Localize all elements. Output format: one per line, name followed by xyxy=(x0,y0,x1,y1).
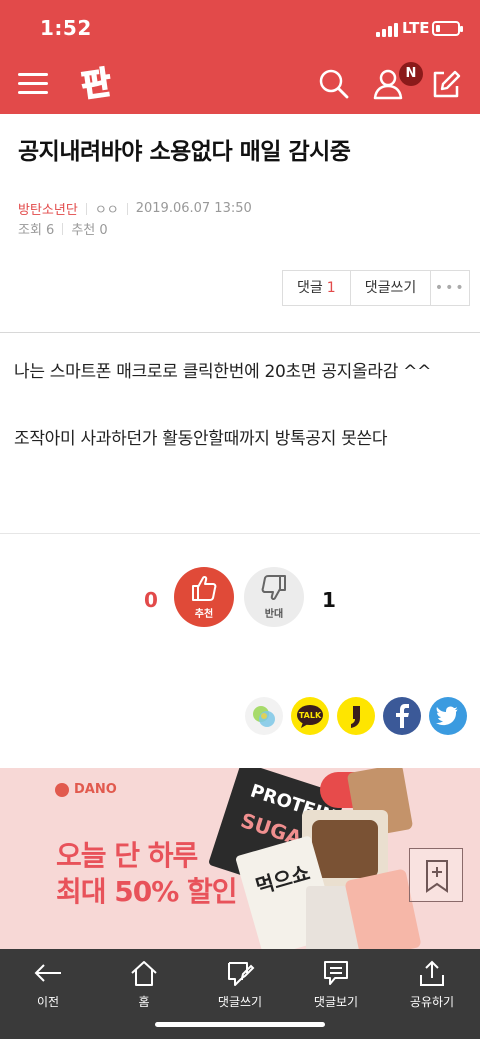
ad-headline-1: 오늘 단 하루 xyxy=(56,839,198,872)
post-meta: 방탄소년단 ㅇㅇ 2019.06.07 13:50 xyxy=(18,199,252,218)
battery-icon xyxy=(432,21,463,36)
nav-back[interactable]: 이전 xyxy=(0,959,96,1010)
downvote-label: 반대 xyxy=(264,609,284,620)
nav-view-comments[interactable]: 댓글보기 xyxy=(288,959,384,1010)
brand-logo-icon xyxy=(55,782,69,797)
upvote-button[interactable]: 추천 xyxy=(174,567,234,627)
write-comment-button[interactable]: 댓글쓰기 xyxy=(350,271,432,305)
ad-banner[interactable]: DANO 오늘 단 하루 최대 50% 할인 PROTEIN SUGAR 먹으쇼 xyxy=(0,768,480,949)
band-share-icon[interactable] xyxy=(245,697,283,735)
kakaotalk-share-icon[interactable]: TALK xyxy=(291,697,329,735)
svg-text:판: 판 xyxy=(79,63,113,104)
nav-write-comment[interactable]: 댓글쓰기 xyxy=(192,959,288,1010)
home-icon xyxy=(131,961,157,986)
meta-divider xyxy=(126,202,128,215)
kakaostory-share-icon[interactable] xyxy=(337,697,375,735)
bookmark-add-icon xyxy=(426,860,448,893)
thumbs-down-icon xyxy=(261,575,286,601)
comments-count: 1 xyxy=(326,280,336,296)
comments-icon xyxy=(324,961,348,985)
post-body-line: 조작아미 사과하던가 활동안할때까지 방톡공지 못쓴다 xyxy=(14,429,388,449)
signal-icon xyxy=(376,21,398,37)
post-nickname: ㅇㅇ xyxy=(94,203,119,218)
nav-share-label: 공유하기 xyxy=(409,995,455,1009)
nav-view-comments-label: 댓글보기 xyxy=(313,995,359,1009)
post-recommend-count: 추천 0 xyxy=(71,223,108,238)
top-app-bar: 1:52 LTE 판 N xyxy=(0,0,480,114)
post-action-group: 댓글 1 댓글쓰기 ••• xyxy=(282,270,471,306)
upvote-count: 0 xyxy=(144,588,158,612)
svg-text:TALK: TALK xyxy=(299,711,322,720)
status-bar: 1:52 LTE xyxy=(0,0,480,58)
home-indicator xyxy=(155,1022,325,1027)
network-label: LTE xyxy=(402,19,430,37)
post-title: 공지내려바야 소용없다 매일 감시중 xyxy=(18,139,351,165)
post-body-line: 나는 스마트폰 매크로로 클릭한번에 20초면 공지올라감 ^^ xyxy=(14,362,432,382)
facebook-share-icon[interactable] xyxy=(383,697,421,735)
thumbs-up-icon xyxy=(192,575,217,601)
ad-brand-label: DANO xyxy=(74,782,117,797)
meta-divider xyxy=(62,222,64,235)
compose-icon[interactable] xyxy=(430,68,462,100)
write-comment-icon xyxy=(228,962,255,986)
ad-save-button[interactable] xyxy=(409,848,463,902)
comments-button[interactable]: 댓글 1 xyxy=(283,271,351,305)
meta-divider xyxy=(85,202,87,215)
menu-icon[interactable] xyxy=(18,70,48,98)
post-views: 조회 6 xyxy=(18,223,55,238)
nav-home[interactable]: 홈 xyxy=(96,959,192,1010)
status-time: 1:52 xyxy=(40,16,92,40)
nav-write-comment-label: 댓글쓰기 xyxy=(217,995,263,1009)
content-divider xyxy=(0,332,480,333)
pann-logo[interactable]: 판 xyxy=(76,62,116,105)
post-stats: 조회 6 추천 0 xyxy=(18,219,108,238)
back-arrow-icon xyxy=(34,964,61,982)
nav-share[interactable]: 공유하기 xyxy=(384,959,480,1010)
share-icon xyxy=(420,960,444,986)
page: 1:52 LTE 판 N 공지내려바야 소용없다 매일 감시중 방탄소년단 ㅇㅇ… xyxy=(0,0,480,1039)
post-datetime: 2019.06.07 13:50 xyxy=(135,201,252,216)
downvote-count: 1 xyxy=(322,588,336,612)
more-button[interactable]: ••• xyxy=(431,271,470,305)
twitter-share-icon[interactable] xyxy=(429,697,467,735)
content-divider xyxy=(0,533,480,534)
comments-label: 댓글 xyxy=(297,280,323,296)
nav-home-label: 홈 xyxy=(138,995,150,1009)
nav-back-label: 이전 xyxy=(36,995,60,1009)
notification-badge[interactable]: N xyxy=(399,62,423,86)
ad-brand: DANO xyxy=(55,782,117,797)
upvote-label: 추천 xyxy=(194,609,214,620)
downvote-button[interactable]: 반대 xyxy=(244,567,304,627)
ad-headline-2: 최대 50% 할인 xyxy=(56,875,238,908)
search-icon[interactable] xyxy=(318,68,350,100)
post-author[interactable]: 방탄소년단 xyxy=(18,199,78,218)
